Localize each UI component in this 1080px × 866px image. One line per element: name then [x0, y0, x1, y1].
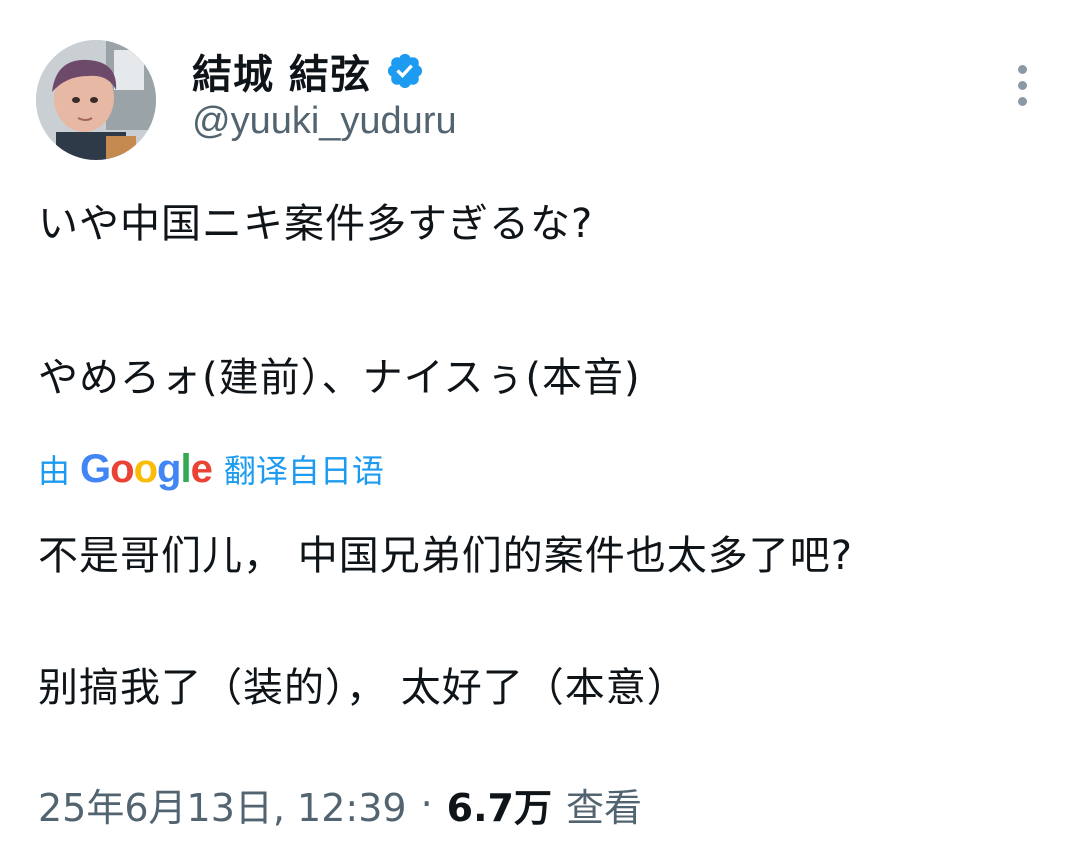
meta-separator: ·	[420, 782, 433, 826]
google-logo: Google	[80, 446, 213, 492]
tweet-text-original-line: やめろォ(建前）、ナイスぅ(本音)	[38, 355, 641, 401]
views-count: 6.7万	[446, 785, 552, 830]
google-logo-letter: l	[180, 446, 191, 491]
author-handle[interactable]: @yuuki_yuduru	[192, 100, 457, 143]
google-logo-letter: g	[157, 446, 181, 491]
google-logo-letter: o	[133, 446, 158, 491]
tweet-text-translated-line: 不是哥们儿， 中国兄弟们的案件也太多了吧?	[38, 533, 853, 579]
translation-prefix: 由	[38, 452, 71, 490]
avatar-photo	[36, 40, 156, 160]
google-logo-letter: G	[80, 446, 111, 491]
more-vertical-icon	[1017, 64, 1027, 74]
avatar[interactable]	[36, 40, 156, 160]
translation-source-language: 翻译自日语	[223, 452, 384, 490]
more-options-button[interactable]	[1000, 60, 1044, 110]
tweet-text-original-line: いや中国ニキ案件多すぎるな?	[38, 201, 594, 247]
tweet-card: 結城 結弦 @yuuki_yuduru いや中国ニキ案件多すぎるな? やめろォ(…	[0, 0, 1080, 866]
verified-badge-icon	[385, 51, 425, 91]
author-header: 結城 結弦	[192, 40, 425, 102]
more-vertical-icon-dot	[1017, 96, 1027, 106]
google-logo-letter: e	[190, 446, 213, 491]
translation-attribution[interactable]: 由 Google 翻译自日语	[38, 444, 384, 494]
google-logo-letter: o	[110, 446, 134, 491]
tweet-text-translated-line: 别搞我了（装的）， 太好了（本意）	[38, 665, 688, 711]
more-vertical-icon-dot	[1017, 80, 1027, 90]
views-label: 查看	[565, 785, 642, 830]
tweet-meta: 25年6月13日, 12:39 · 6.7万 查看	[38, 778, 642, 830]
timestamp[interactable]: 25年6月13日, 12:39	[38, 777, 407, 832]
google-logo-text: Google	[80, 446, 213, 492]
display-name[interactable]: 結城 結弦	[192, 42, 371, 100]
